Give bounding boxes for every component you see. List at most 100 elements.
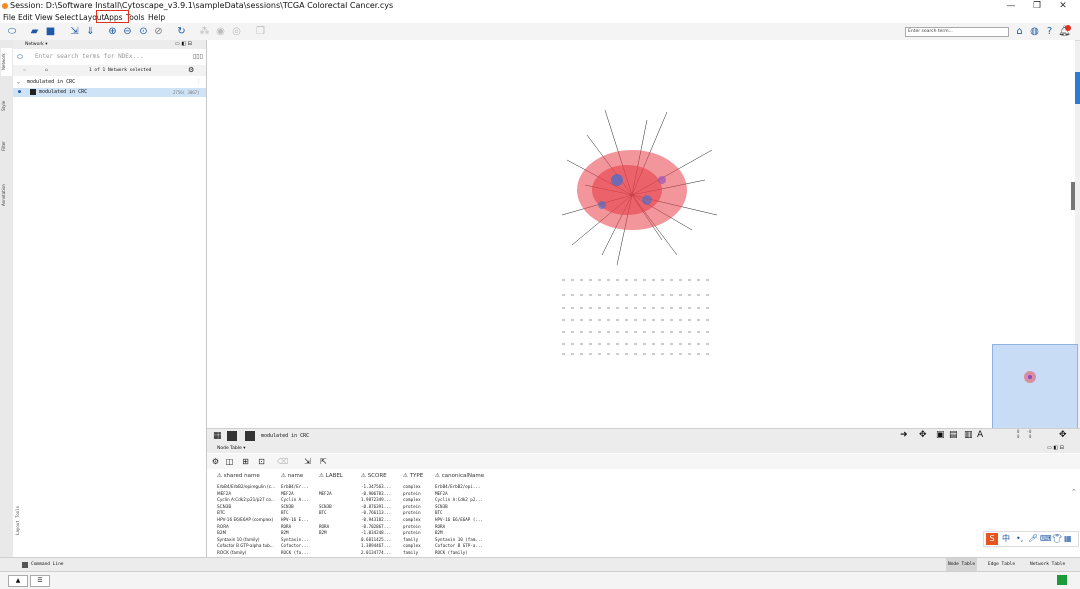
globe-icon[interactable]: ◍ (1028, 25, 1041, 38)
column-header-name[interactable]: ⚠ name (281, 470, 303, 482)
tab-layout-tools[interactable]: Layout Tools (15, 506, 20, 535)
table-row[interactable]: MEF2A MEF2A MEF2A -0.906783... protein MEF2A (207, 491, 1080, 498)
menu-help[interactable]: Help (148, 12, 165, 23)
annotation-select-icon[interactable]: ▥ (964, 430, 973, 440)
network-dropdown[interactable]: Network ▾ (25, 40, 47, 49)
panel-toggle-up-icon[interactable]: ▲ (8, 575, 28, 587)
collection-name: modulated in CRC (27, 79, 76, 85)
navigate-icon[interactable]: ✥ (919, 430, 927, 440)
panel-options-icon[interactable]: ▭ ◧ ⊟ (175, 40, 192, 49)
hide-icon[interactable]: ◉ (214, 25, 227, 38)
ime-skin-icon[interactable]: 👕︎ (1052, 532, 1062, 546)
table-gear-icon[interactable]: ⚙ (210, 456, 221, 467)
maximize-button[interactable]: ❐ (1026, 0, 1048, 12)
back-icon[interactable]: ◃ (23, 65, 25, 76)
table-row[interactable]: SCN3B SCN3B SCN3B -0.876391... protein SCN3B (207, 504, 1080, 511)
table-row[interactable]: HPV-16 E6/E6AP (complex) HPV-16 E... -0.94… (207, 517, 1080, 524)
zoom-selected-icon[interactable]: ⊘ (152, 25, 165, 38)
table-row[interactable]: ROCK (family) ROCK (fa... 2.0134774... fami… (207, 550, 1080, 557)
first-neighbors-icon[interactable]: ⁂ (198, 25, 211, 38)
table-row[interactable]: RORA RORA RORA -0.702867... protein RORA (207, 524, 1080, 531)
import-network-icon[interactable]: ⇲ (68, 25, 81, 38)
show-icon[interactable]: ◎ (230, 25, 243, 38)
network-icon[interactable]: ⬭ (4, 25, 20, 38)
minimize-button[interactable]: — (1000, 0, 1022, 12)
home-network-icon[interactable]: ⌂ (45, 65, 48, 76)
new-network-icon[interactable]: ❐ (254, 25, 267, 38)
zoom-fit-icon[interactable]: ⊙ (137, 25, 150, 38)
table-panel-options-icon[interactable]: ▭ ◧ ⊟ (1047, 444, 1064, 453)
column-header-type[interactable]: ⚠ TYPE (403, 470, 423, 482)
open-icon[interactable]: ▰ (28, 25, 41, 38)
table-row[interactable]: Cyclin A:Cdk2:p21/p27 co... Cyclin A... 1.… (207, 497, 1080, 504)
select-edges-icon[interactable]: ▤ (949, 430, 958, 440)
ime-keyboard-icon[interactable]: ⌨ (1040, 532, 1052, 546)
collection-row[interactable]: ⌄ modulated in CRC ⋮ (13, 78, 206, 87)
delete-column-icon[interactable]: ⌫ (277, 456, 288, 467)
fit-view-icon[interactable]: ✥ (1059, 430, 1067, 440)
tab-network[interactable]: Network (1, 48, 12, 76)
table-row[interactable]: Cofactor B GTP-alpha tub... Cofactor... 1.… (207, 543, 1080, 550)
tab-filter[interactable]: Filter (1, 136, 12, 156)
search-input[interactable]: Enter search term... (905, 27, 1009, 37)
ime-mic-icon[interactable]: 🎤︎ (1028, 532, 1038, 546)
ime-punct-icon[interactable]: •, (1016, 532, 1023, 546)
menu-select[interactable]: Select (55, 12, 78, 23)
network-graph[interactable] (207, 40, 1075, 428)
expand-chevron-icon[interactable]: ⌄ (17, 78, 20, 87)
network-row[interactable]: ● modulated in CRC 2756( 3867) (13, 88, 206, 97)
help-icon[interactable]: ? (1043, 25, 1056, 38)
node-table-tab[interactable]: Node Table (946, 558, 978, 572)
gear-icon[interactable]: ⚙ (188, 65, 194, 76)
show-columns-icon[interactable]: ◫ (224, 456, 235, 467)
table-row[interactable]: BTC BTC BTC -0.766113... protein BTC (207, 510, 1080, 517)
column-header-score[interactable]: ⚠ SCORE (361, 470, 387, 482)
canvas-scroll-handle[interactable] (1071, 182, 1075, 210)
right-edge-handle[interactable] (1075, 72, 1080, 104)
table-row[interactable]: Syntaxin 10 (family) Syntaxin... 0.6811425… (207, 537, 1080, 544)
network-table-tab[interactable]: Network Table (1030, 558, 1065, 572)
table-cell: HPV-16 E... (281, 517, 309, 522)
close-button[interactable]: ✕ (1052, 0, 1074, 12)
column-header-canonical-name[interactable]: ⚠ canonicalName (435, 470, 484, 482)
edge-table-tab[interactable]: Edge Table (988, 558, 1015, 572)
ndex-search-input[interactable]: Enter search terms for NDEx... (35, 51, 143, 63)
memory-status-icon[interactable] (1057, 575, 1067, 585)
zoom-out-icon[interactable]: ⊖ (121, 25, 134, 38)
panel-list-icon[interactable]: ☰ (30, 575, 50, 587)
home-icon[interactable]: ⌂ (1013, 25, 1026, 38)
menu-file[interactable]: File (3, 12, 16, 23)
add-column-icon[interactable]: ⊞ (240, 456, 251, 467)
import-table-icon[interactable]: ⇓ (84, 25, 97, 38)
ndex-search-button[interactable]: ▯▯▯ (193, 51, 203, 63)
column-header-label[interactable]: ⚠ LABEL (319, 470, 343, 482)
refresh-icon[interactable]: ↻ (175, 25, 188, 38)
command-line-tab[interactable]: Command Line (31, 558, 64, 572)
ime-toolbar[interactable]: S 中 •, 🎤︎ ⌨ 👕︎ ▦ (983, 531, 1079, 547)
tab-style[interactable]: Style (1, 96, 12, 116)
ime-menu-icon[interactable]: ▦ (1064, 532, 1072, 546)
grid-icon[interactable]: ▦ (213, 431, 222, 441)
table-scroll-up-icon[interactable]: ⌃ (1071, 488, 1077, 496)
view-toggle-icon[interactable] (227, 431, 237, 441)
import-table-button-icon[interactable]: ⇲ (302, 456, 313, 467)
select-nodes-icon[interactable]: ▣ (936, 430, 945, 440)
text-annotation-icon[interactable]: A (977, 430, 983, 440)
tab-annotation[interactable]: Annotation (1, 178, 12, 212)
collection-menu-icon[interactable]: ⋮ (196, 78, 201, 87)
column-label: TYPE (409, 473, 424, 479)
save-icon[interactable]: ■ (44, 25, 57, 38)
ime-chinese-icon[interactable]: 中 (1002, 532, 1010, 546)
table-row[interactable]: B2M B2M B2M -1.034248... protein B2M (207, 530, 1080, 537)
export-icon[interactable]: ➜ (900, 430, 908, 440)
function-builder-icon[interactable]: ⊡ (256, 456, 267, 467)
table-row[interactable]: ErbB4/ErbB2/epiregulin (c... ErbB4/Er... -… (207, 484, 1080, 491)
menu-edit[interactable]: Edit (18, 12, 33, 23)
zoom-in-icon[interactable]: ⊕ (106, 25, 119, 38)
network-canvas[interactable] (207, 40, 1075, 428)
menu-view[interactable]: View (35, 12, 53, 23)
column-header-shared-name[interactable]: ⚠ shared name (217, 470, 260, 482)
birds-eye-overview[interactable] (992, 344, 1078, 430)
export-table-icon[interactable]: ⇱ (318, 456, 329, 467)
table-dropdown[interactable]: Node Table ▾ (217, 444, 246, 453)
